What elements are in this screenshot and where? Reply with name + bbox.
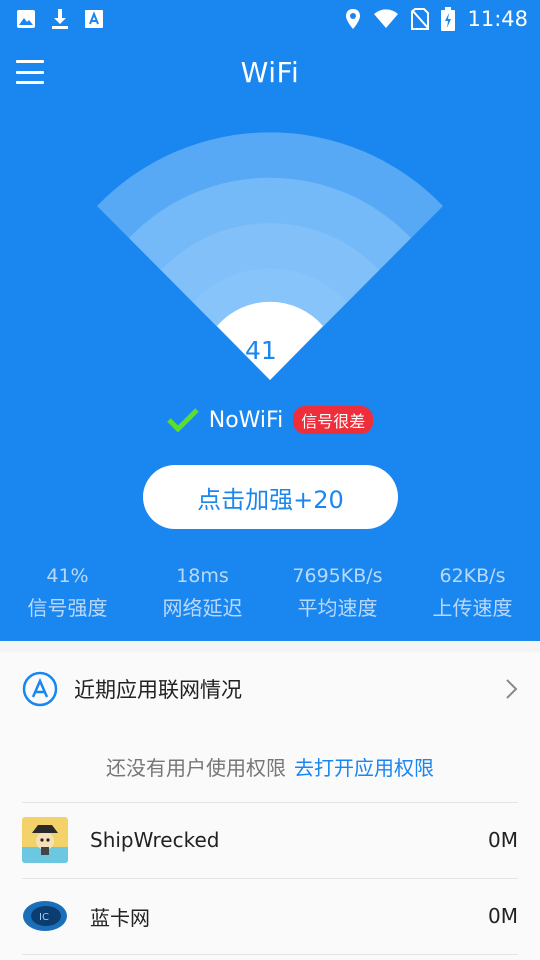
signal-quality-badge: 信号很差 (293, 406, 374, 434)
app-usage: 0M (488, 904, 518, 928)
stat-latency: 18ms 网络延迟 (135, 562, 270, 622)
stat-upload-speed: 62KB/s 上传速度 (405, 562, 540, 622)
location-icon (345, 8, 361, 30)
stat-label: 网络延迟 (162, 596, 243, 620)
page-title: WiFi (240, 56, 300, 89)
stat-label: 信号强度 (27, 596, 108, 620)
font-icon (84, 9, 104, 29)
recent-apps-panel: 近期应用联网情况 还没有用户使用权限 去打开应用权限 ShipWrecked 0M… (0, 652, 540, 960)
stats-row: 41% 信号强度 18ms 网络延迟 7695KB/s 平均速度 62KB/s … (0, 562, 540, 622)
stat-label: 上传速度 (432, 596, 513, 620)
status-bar: 11:48 (0, 0, 540, 38)
stat-label: 平均速度 (297, 596, 378, 620)
svg-text:IC: IC (39, 912, 49, 923)
status-time: 11:48 (467, 7, 528, 31)
image-icon (16, 9, 36, 29)
stat-value: 7695KB/s (292, 565, 383, 587)
recent-apps-header[interactable]: 近期应用联网情况 (0, 652, 540, 726)
recent-apps-title: 近期应用联网情况 (74, 678, 242, 702)
lanka-app-icon: IC (22, 893, 68, 939)
list-item[interactable]: IC 蓝卡网 0M (22, 879, 518, 953)
app-bar: WiFi (0, 48, 540, 104)
signal-value: 41 (245, 336, 277, 365)
wifi-icon (373, 9, 399, 29)
battery-charging-icon (441, 7, 456, 31)
permission-link[interactable]: 去打开应用权限 (294, 756, 434, 780)
download-icon (50, 8, 70, 30)
network-info: NoWiFi 信号很差 (0, 400, 540, 440)
permission-text: 还没有用户使用权限 (106, 756, 286, 780)
chevron-right-icon (504, 678, 518, 700)
permission-row: 还没有用户使用权限 去打开应用权限 (0, 752, 540, 781)
app-name: 蓝卡网 (90, 905, 150, 930)
boost-button[interactable]: 点击加强+20 (143, 465, 398, 529)
check-icon (166, 407, 199, 433)
list-item[interactable]: ShipWrecked 0M (22, 803, 518, 877)
no-sim-icon (411, 8, 430, 30)
network-name: NoWiFi (208, 407, 284, 433)
hero-section: 11:48 WiFi 41 NoWiFi 信号很差 点击加强+20 41% 信号… (0, 0, 540, 641)
app-name: ShipWrecked (90, 828, 220, 852)
stat-value: 41% (46, 565, 89, 587)
stat-avg-speed: 7695KB/s 平均速度 (270, 562, 405, 622)
stat-value: 18ms (176, 565, 229, 587)
stat-value: 62KB/s (439, 565, 506, 587)
app-store-icon (22, 671, 58, 707)
shipwrecked-app-icon (22, 817, 68, 863)
divider (22, 954, 518, 955)
app-usage: 0M (488, 828, 518, 852)
stat-signal-strength: 41% 信号强度 (0, 562, 135, 622)
